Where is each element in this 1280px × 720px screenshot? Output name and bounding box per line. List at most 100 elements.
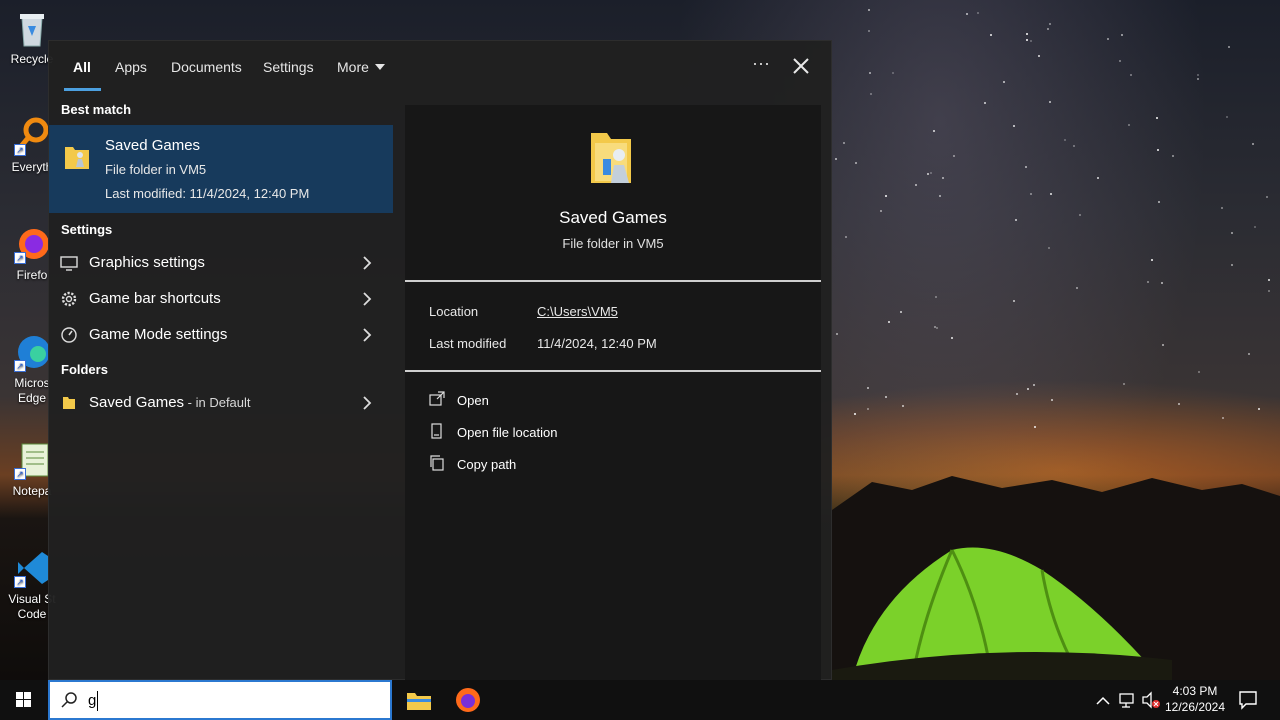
settings-item-game-bar[interactable]: Game bar shortcuts <box>49 282 393 316</box>
star <box>854 413 857 416</box>
action-open-file-location[interactable]: Open file location <box>429 421 649 445</box>
star <box>1121 33 1124 36</box>
chevron-right-icon <box>363 292 372 306</box>
gear-icon <box>61 291 77 307</box>
star <box>1150 258 1153 261</box>
action-open[interactable]: Open <box>429 389 649 413</box>
star <box>869 92 872 95</box>
star <box>1160 281 1163 284</box>
edge-icon: ↗ <box>12 332 52 372</box>
volume-muted-icon[interactable] <box>1141 680 1161 720</box>
windows-start-icon[interactable] <box>0 680 48 720</box>
star <box>1032 383 1035 386</box>
preview-subtitle: File folder in VM5 <box>562 236 664 251</box>
recycle-bin-icon <box>12 8 52 48</box>
saved-games-folder-icon <box>65 147 89 169</box>
star <box>1097 176 1100 179</box>
clock-date: 12/26/2024 <box>1164 700 1226 714</box>
star <box>933 130 936 133</box>
star <box>1050 193 1053 196</box>
firefox-icon[interactable] <box>452 684 484 716</box>
star <box>965 12 968 15</box>
star <box>1046 28 1049 31</box>
shortcut-arrow-icon: ↗ <box>14 576 26 588</box>
star <box>1127 123 1130 126</box>
star <box>1047 246 1050 249</box>
star <box>1119 59 1122 62</box>
location-label: Location <box>429 304 479 319</box>
last-modified-label: Last modified <box>429 336 507 351</box>
clock-time: 4:03 PM <box>1172 684 1218 698</box>
star <box>1122 382 1125 385</box>
taskbar-clock[interactable]: 4:03 PM 12/26/2024 <box>1160 683 1230 715</box>
network-icon[interactable] <box>1117 680 1137 720</box>
file-explorer-icon[interactable] <box>403 684 435 716</box>
best-match-modified: Last modified: 11/4/2024, 12:40 PM <box>105 186 310 201</box>
star <box>983 101 986 104</box>
star <box>869 71 872 74</box>
gauge-icon <box>61 327 77 343</box>
star <box>866 386 869 389</box>
star <box>844 236 847 239</box>
text-cursor <box>97 691 98 711</box>
notification-icon[interactable] <box>1234 686 1262 714</box>
star <box>867 407 870 410</box>
settings-item-graphics[interactable]: Graphics settings <box>49 246 393 280</box>
tab-settings[interactable]: Settings <box>263 59 314 75</box>
star <box>934 325 937 328</box>
star <box>1248 353 1251 356</box>
action-label: Open <box>457 393 489 408</box>
chevron-right-icon <box>363 256 372 270</box>
chevron-down-icon <box>374 64 385 70</box>
star <box>1049 22 1052 25</box>
tab-documents[interactable]: Documents <box>171 59 242 75</box>
star <box>1222 417 1225 420</box>
settings-item-label: Game Mode settings <box>89 326 228 343</box>
preview-title: Saved Games <box>559 208 667 227</box>
tab-more-label: More <box>337 59 369 75</box>
star <box>1158 200 1161 203</box>
star <box>868 30 871 33</box>
open-icon <box>429 391 445 406</box>
star <box>1156 117 1159 120</box>
close-icon[interactable] <box>788 53 814 79</box>
star <box>1026 39 1029 42</box>
star <box>902 404 905 407</box>
everything-icon: ↗ <box>12 116 52 156</box>
shortcut-arrow-icon: ↗ <box>14 360 26 372</box>
taskbar-search-box[interactable]: g <box>48 680 392 720</box>
divider <box>405 280 821 282</box>
tab-all[interactable]: All <box>73 59 91 75</box>
tab-more[interactable]: More <box>337 59 385 75</box>
folder-item-label: Saved Games - in Default <box>89 394 251 411</box>
star <box>950 337 953 340</box>
star <box>1147 281 1150 284</box>
action-copy-path[interactable]: Copy path <box>429 453 649 477</box>
folder-item-saved-games[interactable]: Saved Games - in Default <box>49 386 393 420</box>
star <box>1078 214 1081 217</box>
star <box>1014 218 1017 221</box>
star <box>1129 74 1132 77</box>
last-modified-value: 11/4/2024, 12:40 PM <box>537 336 657 351</box>
star <box>1064 138 1067 141</box>
star <box>1230 232 1233 235</box>
star <box>1197 371 1200 374</box>
chevron-right-icon <box>363 396 372 410</box>
star <box>1226 116 1229 119</box>
star <box>884 395 887 398</box>
more-options-button[interactable]: ··· <box>749 51 773 81</box>
settings-item-game-mode[interactable]: Game Mode settings <box>49 318 393 352</box>
location-link[interactable]: C:\Users\VM5 <box>537 304 618 319</box>
copy-icon <box>430 455 444 471</box>
best-match-result[interactable]: Saved Games File folder in VM5 Last modi… <box>49 125 393 213</box>
notepad-icon: ↗ <box>12 440 52 480</box>
search-input[interactable]: g <box>88 692 96 709</box>
vscode-icon: ↗ <box>12 548 52 588</box>
section-settings: Settings <box>61 222 113 237</box>
star <box>854 162 857 165</box>
star <box>1228 46 1231 49</box>
tab-apps[interactable]: Apps <box>115 59 147 75</box>
star <box>1012 125 1015 128</box>
chevron-up-icon[interactable] <box>1094 680 1112 720</box>
firefox-icon: ↗ <box>12 224 52 264</box>
